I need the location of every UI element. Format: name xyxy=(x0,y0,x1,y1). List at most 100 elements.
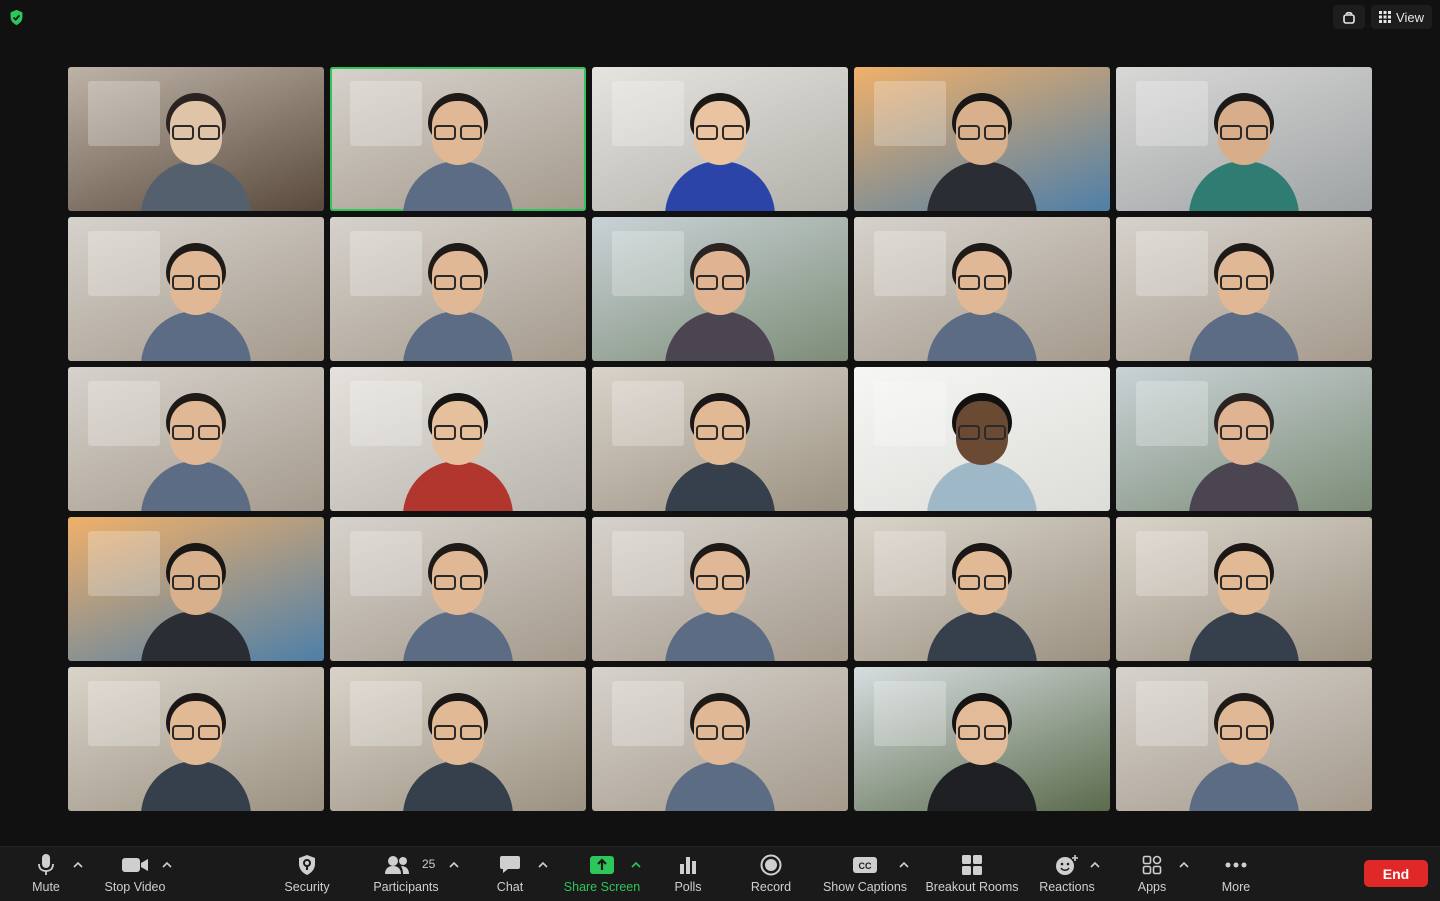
reactions-options-caret-icon[interactable] xyxy=(1090,861,1100,869)
video-tile[interactable] xyxy=(68,67,324,211)
shield-check-icon[interactable] xyxy=(8,9,25,26)
video-tile[interactable] xyxy=(68,367,324,511)
mute-button[interactable]: Mute xyxy=(26,847,66,901)
chat-button[interactable]: Chat xyxy=(490,847,530,901)
participant-video xyxy=(136,217,256,361)
share-screen-button[interactable]: Share Screen xyxy=(562,847,642,901)
security-button[interactable]: Security xyxy=(276,847,338,901)
video-options-caret-icon[interactable] xyxy=(162,861,172,869)
top-bar: View xyxy=(0,0,1440,36)
microphone-icon xyxy=(38,854,54,875)
video-tile[interactable] xyxy=(330,517,586,661)
video-tile[interactable] xyxy=(330,217,586,361)
video-tile[interactable] xyxy=(68,667,324,811)
share-screen-options-caret-icon[interactable] xyxy=(631,861,641,869)
participant-video xyxy=(398,517,518,661)
participant-body xyxy=(927,611,1037,661)
video-tile[interactable] xyxy=(1116,667,1372,811)
participant-body xyxy=(1189,611,1299,661)
video-camera-icon xyxy=(122,858,148,872)
apps-icon xyxy=(1142,855,1162,875)
video-tile[interactable] xyxy=(854,217,1110,361)
polls-button[interactable]: Polls xyxy=(668,847,708,901)
participant-body xyxy=(403,161,513,211)
show-captions-button[interactable]: CC Show Captions xyxy=(822,847,908,901)
participant-body xyxy=(141,311,251,361)
video-tile[interactable] xyxy=(1116,67,1372,211)
participant-glasses xyxy=(434,725,482,740)
video-tile[interactable] xyxy=(1116,367,1372,511)
participant-body xyxy=(141,761,251,811)
video-tile[interactable] xyxy=(330,667,586,811)
view-button[interactable]: View xyxy=(1371,5,1432,29)
captions-options-caret-icon[interactable] xyxy=(899,861,909,869)
participant-video xyxy=(660,67,780,211)
participant-body xyxy=(927,761,1037,811)
participant-video xyxy=(1184,217,1304,361)
participant-glasses xyxy=(696,125,744,140)
video-tile[interactable] xyxy=(1116,217,1372,361)
chat-bubble-icon xyxy=(500,856,520,873)
mute-options-caret-icon[interactable] xyxy=(73,861,83,869)
participant-video xyxy=(922,67,1042,211)
participant-video xyxy=(660,667,780,811)
breakout-rooms-icon xyxy=(962,855,982,875)
end-meeting-button[interactable]: End xyxy=(1364,860,1428,887)
record-icon xyxy=(760,854,782,876)
participant-video xyxy=(1184,367,1304,511)
reactions-button[interactable]: Reactions xyxy=(1036,847,1098,901)
participant-glasses xyxy=(172,125,220,140)
stop-video-button[interactable]: Stop Video xyxy=(100,847,170,901)
participant-glasses xyxy=(172,425,220,440)
participant-body xyxy=(403,761,513,811)
participant-body xyxy=(141,461,251,511)
more-button[interactable]: More xyxy=(1216,847,1256,901)
participant-body xyxy=(665,461,775,511)
participant-video xyxy=(398,67,518,211)
participant-video xyxy=(1184,517,1304,661)
video-tile[interactable] xyxy=(592,667,848,811)
participants-button[interactable]: 25 Participants xyxy=(368,847,444,901)
participants-icon xyxy=(385,856,409,874)
video-tile[interactable] xyxy=(68,217,324,361)
video-tile[interactable] xyxy=(592,367,848,511)
cast-button[interactable] xyxy=(1333,5,1366,29)
participant-glasses xyxy=(434,275,482,290)
apps-button[interactable]: Apps xyxy=(1132,847,1172,901)
participant-video xyxy=(136,517,256,661)
video-tile[interactable] xyxy=(854,517,1110,661)
apps-options-caret-icon[interactable] xyxy=(1179,861,1189,869)
participants-options-caret-icon[interactable] xyxy=(449,861,459,869)
participant-body xyxy=(141,611,251,661)
video-tile[interactable] xyxy=(592,67,848,211)
video-tile[interactable] xyxy=(1116,517,1372,661)
participant-body xyxy=(1189,161,1299,211)
video-tile[interactable] xyxy=(68,517,324,661)
video-tile[interactable] xyxy=(592,517,848,661)
participant-glasses xyxy=(958,125,1006,140)
participant-glasses xyxy=(434,125,482,140)
record-button[interactable]: Record xyxy=(748,847,794,901)
security-shield-icon xyxy=(299,855,315,875)
participant-video xyxy=(922,517,1042,661)
participant-body xyxy=(403,461,513,511)
chat-options-caret-icon[interactable] xyxy=(538,861,548,869)
polls-icon xyxy=(680,857,696,874)
video-tile[interactable] xyxy=(330,367,586,511)
breakout-rooms-button[interactable]: Breakout Rooms xyxy=(924,847,1020,901)
video-tile[interactable] xyxy=(854,367,1110,511)
participant-video xyxy=(398,667,518,811)
participant-glasses xyxy=(958,575,1006,590)
participant-video xyxy=(660,517,780,661)
video-tile[interactable] xyxy=(330,67,586,211)
participant-glasses xyxy=(172,575,220,590)
share-screen-icon xyxy=(590,856,614,874)
participant-glasses xyxy=(696,275,744,290)
reactions-icon xyxy=(1056,855,1078,875)
video-tile[interactable] xyxy=(854,667,1110,811)
video-tile[interactable] xyxy=(854,67,1110,211)
video-tile[interactable] xyxy=(592,217,848,361)
participant-glasses xyxy=(172,275,220,290)
participant-body xyxy=(403,611,513,661)
participant-video xyxy=(136,667,256,811)
